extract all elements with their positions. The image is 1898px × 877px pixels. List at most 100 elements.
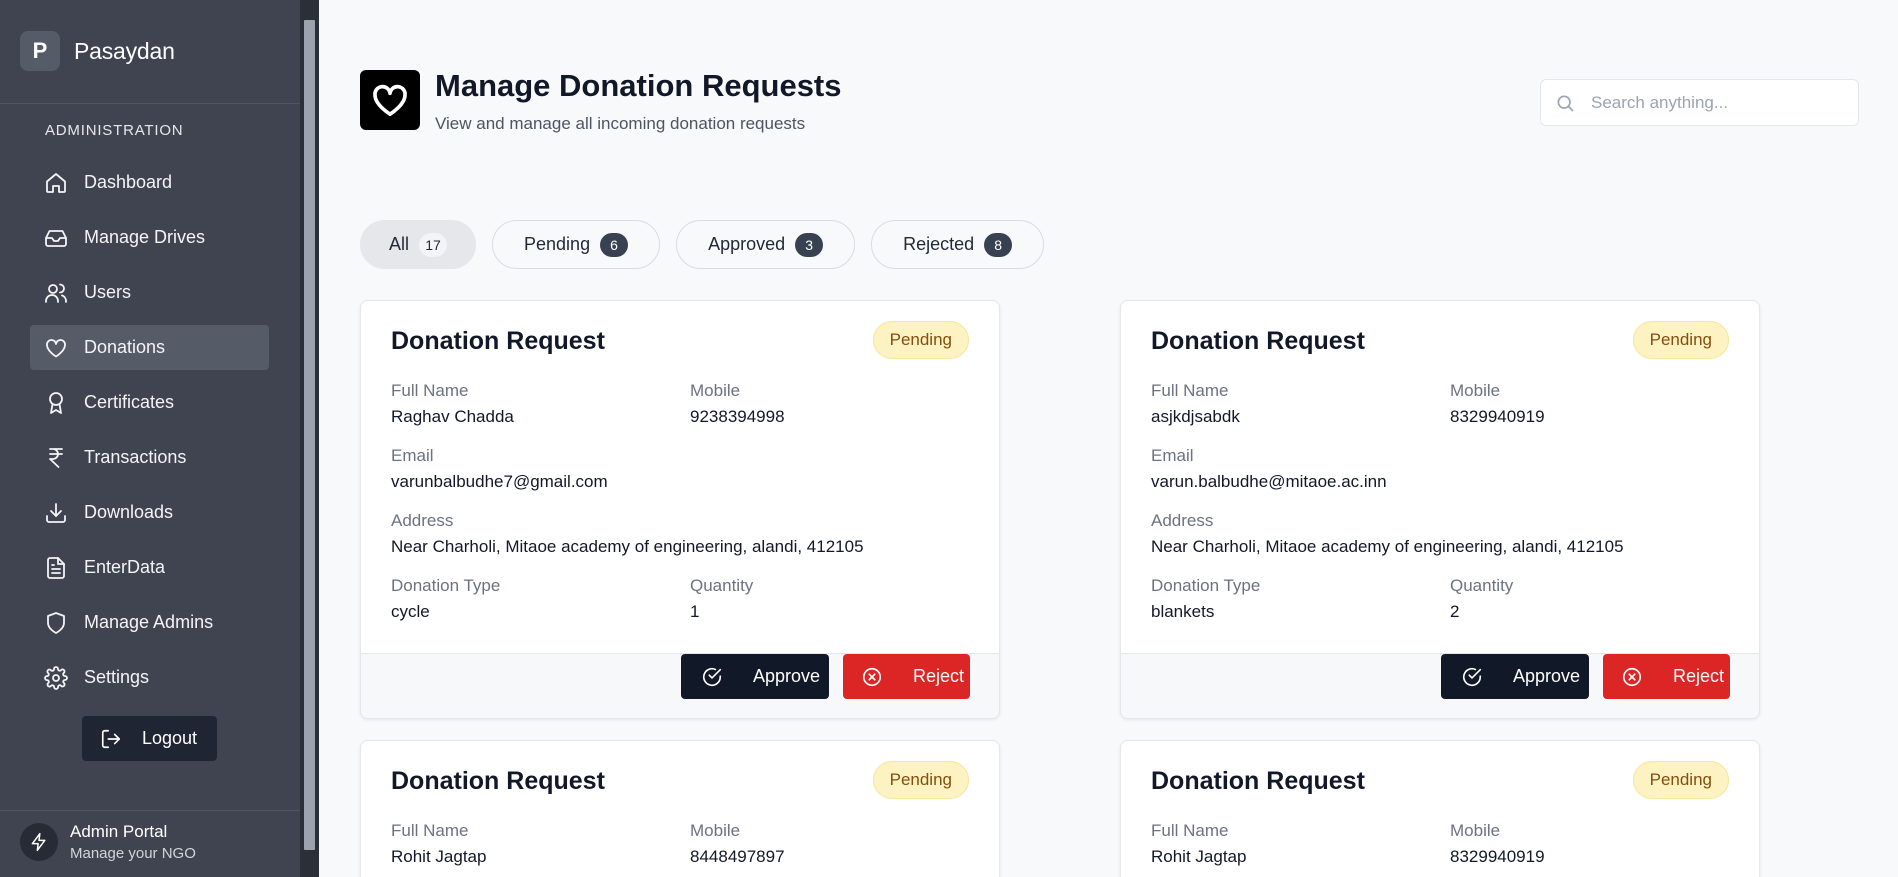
sidebar-item-label: Downloads xyxy=(84,502,174,522)
email-field: Email varun.balbudhe@mitaoe.ac.inn xyxy=(1151,446,1387,492)
sidebar-item-label: Users xyxy=(84,282,132,302)
sidebar-item-label: EnterData xyxy=(84,557,166,577)
heart-icon xyxy=(44,336,68,360)
page-title: Manage Donation Requests xyxy=(435,68,842,103)
users-icon xyxy=(44,281,68,305)
reject-button[interactable]: Reject xyxy=(1603,654,1730,699)
download-icon xyxy=(44,501,68,525)
sidebar-item-label: Dashboard xyxy=(84,172,173,192)
tab-rejected[interactable]: Rejected 8 xyxy=(871,220,1045,269)
sidebar-item-dashboard[interactable]: Dashboard xyxy=(30,160,269,205)
tab-count-badge: 3 xyxy=(795,232,824,257)
brand[interactable]: P Pasaydan xyxy=(20,31,175,71)
search-input[interactable] xyxy=(1591,92,1841,113)
email-field: Email varunbalbudhe7@gmail.com xyxy=(391,446,608,492)
field-label: Address xyxy=(1151,511,1214,530)
full-name-field: Full Name asjkdjsabdk xyxy=(1151,381,1240,427)
section-label: ADMINISTRATION xyxy=(45,122,184,139)
tab-all[interactable]: All 17 xyxy=(360,220,477,269)
field-value: Raghav Chadda xyxy=(391,407,514,426)
field-value: 8329940919 xyxy=(1450,407,1545,426)
donation-request-card: Donation Request Pending Full Name Rohit… xyxy=(360,740,1000,877)
page-heart-icon xyxy=(360,70,420,130)
quantity-field: Quantity 1 xyxy=(690,576,753,622)
filter-tabs: All 17 Pending 6 Approved 3 Rejected 8 xyxy=(360,220,1045,269)
sidebar-item-settings[interactable]: Settings xyxy=(30,655,269,700)
sidebar-item-manage-drives[interactable]: Manage Drives xyxy=(30,215,269,260)
sidebar-item-certificates[interactable]: Certificates xyxy=(30,380,269,425)
logout-button[interactable]: Logout xyxy=(82,716,217,761)
sidebar-item-donations[interactable]: Donations xyxy=(30,325,269,370)
tab-approved[interactable]: Approved 3 xyxy=(676,220,856,269)
tab-count-badge: 6 xyxy=(600,232,629,257)
field-label: Mobile xyxy=(1450,381,1501,400)
sidebar-nav: Dashboard Manage Drives Users Donations … xyxy=(30,160,269,710)
field-label: Quantity xyxy=(1450,576,1514,595)
search-box[interactable] xyxy=(1540,79,1859,126)
scrollbar-thumb[interactable] xyxy=(304,20,315,850)
sidebar-item-label: Manage Admins xyxy=(84,612,214,632)
reject-label: Reject xyxy=(913,666,965,686)
field-label: Mobile xyxy=(690,821,741,840)
field-label: Full Name xyxy=(1151,821,1229,840)
field-label: Full Name xyxy=(391,821,469,840)
portal-subtitle: Manage your NGO xyxy=(70,845,196,862)
field-value: Near Charholi, Mitaoe academy of enginee… xyxy=(1151,537,1624,556)
field-value: 8329940919 xyxy=(1450,847,1545,866)
full-name-field: Full Name Rohit Jagtap xyxy=(391,821,486,867)
x-circle-icon xyxy=(862,667,882,686)
reject-button[interactable]: Reject xyxy=(843,654,970,699)
sidebar-item-label: Manage Drives xyxy=(84,227,206,247)
tab-pending[interactable]: Pending 6 xyxy=(492,220,661,269)
status-badge: Pending xyxy=(1632,321,1729,359)
sidebar: P Pasaydan ADMINISTRATION Dashboard Mana… xyxy=(0,0,300,877)
field-value: 1 xyxy=(690,602,700,621)
award-icon xyxy=(44,391,68,415)
address-field: Address Near Charholi, Mitaoe academy of… xyxy=(391,511,864,557)
card-title: Donation Request xyxy=(391,327,605,355)
sidebar-item-transactions[interactable]: Transactions xyxy=(30,435,269,480)
tab-label: Approved xyxy=(708,234,786,254)
avatar xyxy=(20,823,58,861)
card-title: Donation Request xyxy=(1151,767,1365,795)
status-badge: Pending xyxy=(872,321,969,359)
quantity-field: Quantity 2 xyxy=(1450,576,1513,622)
mobile-field: Mobile 8329940919 xyxy=(1450,381,1545,427)
donation-request-card: Donation Request Pending Full Name asjkd… xyxy=(1120,300,1760,719)
sidebar-item-label: Transactions xyxy=(84,447,187,467)
sidebar-item-label: Certificates xyxy=(84,392,175,412)
lightning-icon xyxy=(31,832,46,852)
field-value: cycle xyxy=(391,602,430,621)
donation-request-card: Donation Request Pending Full Name Rohit… xyxy=(1120,740,1760,877)
page-subtitle: View and manage all incoming donation re… xyxy=(435,114,806,133)
shield-icon xyxy=(44,611,68,635)
mobile-field: Mobile 9238394998 xyxy=(690,381,785,427)
field-label: Donation Type xyxy=(391,576,501,595)
card-title: Donation Request xyxy=(391,767,605,795)
reject-label: Reject xyxy=(1673,666,1725,686)
approve-label: Approve xyxy=(753,666,821,686)
sidebar-item-enterdata[interactable]: EnterData xyxy=(30,545,269,590)
sidebar-item-manage-admins[interactable]: Manage Admins xyxy=(30,600,269,645)
field-label: Donation Type xyxy=(1151,576,1261,595)
approve-button[interactable]: Approve xyxy=(681,654,829,699)
full-name-field: Full Name Rohit Jagtap xyxy=(1151,821,1246,867)
field-value: asjkdjsabdk xyxy=(1151,407,1240,426)
tab-label: All xyxy=(389,234,410,254)
brand-logo: P xyxy=(20,31,60,71)
field-value: 8448497897 xyxy=(690,847,785,866)
status-badge: Pending xyxy=(1632,761,1729,799)
tab-count-badge: 17 xyxy=(419,232,448,257)
field-label: Mobile xyxy=(1450,821,1501,840)
gear-icon xyxy=(44,665,68,690)
logout-icon xyxy=(101,729,121,748)
card-title: Donation Request xyxy=(1151,327,1365,355)
status-badge: Pending xyxy=(872,761,969,799)
approve-button[interactable]: Approve xyxy=(1441,654,1589,699)
logout-label: Logout xyxy=(142,728,198,748)
x-circle-icon xyxy=(1622,667,1642,686)
search-icon xyxy=(1557,95,1574,111)
field-label: Address xyxy=(391,511,454,530)
sidebar-item-users[interactable]: Users xyxy=(30,270,269,315)
sidebar-item-downloads[interactable]: Downloads xyxy=(30,490,269,535)
